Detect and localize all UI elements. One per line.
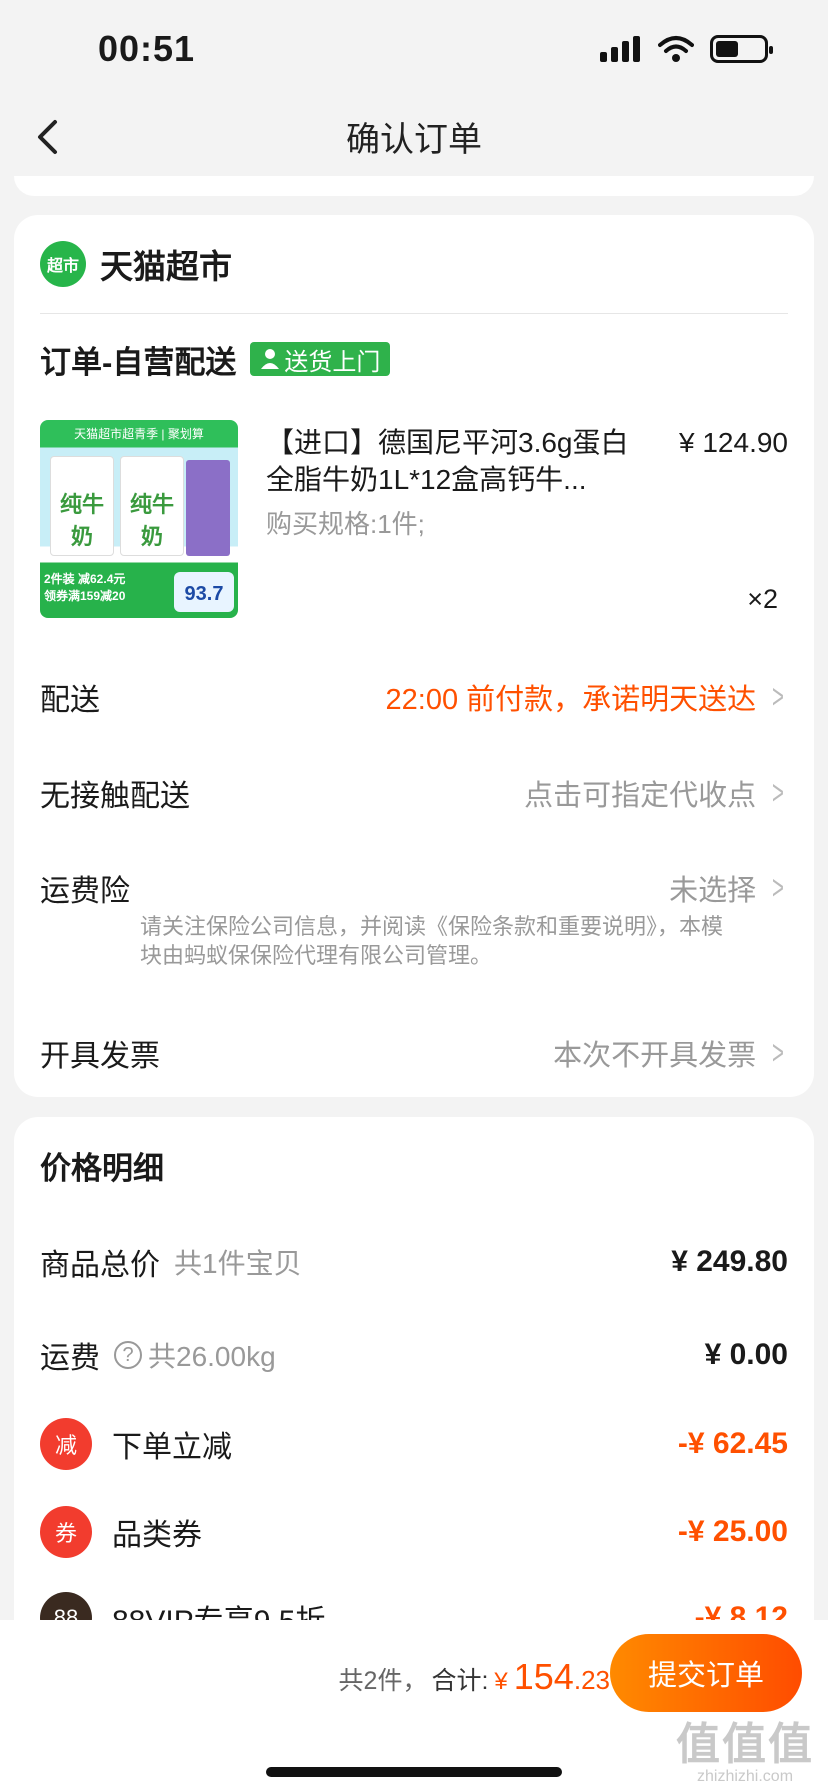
home-badge-label: 送货上门 [284, 348, 381, 376]
order-card: 超市 天猫超市 订单-自营配送 送货上门 天猫超市超青季 | 聚划算 纯牛奶 纯… [14, 215, 814, 1097]
total-currency: ¥ [494, 1668, 508, 1695]
instant-discount-value: -¥ 62.45 [677, 1427, 788, 1460]
insurance-note: 请关注保险公司信息，并阅读《保险条款和重要说明》，本模块由蚂蚁保保险代理有限公司… [140, 914, 724, 968]
invoice-row[interactable]: 开具发票 本次不开具发票 > [40, 1028, 788, 1078]
invoice-label: 开具发票 [40, 1040, 160, 1073]
submit-order-button[interactable]: 提交订单 [610, 1634, 802, 1712]
invoice-value-wrap: 本次不开具发票 > [553, 1032, 788, 1074]
order-total: 共2件， 合计: ¥ 154 .23 [339, 1656, 610, 1716]
chevron-right-icon: > [772, 868, 785, 907]
store-name: 天猫超市 [100, 248, 232, 285]
shipping-insurance-row[interactable]: 运费险 未选择 > [40, 863, 788, 913]
product-quantity: ×2 [747, 584, 778, 614]
watermark: 值值值 zhizhizhi.com [676, 1708, 814, 1786]
wifi-icon [658, 36, 694, 62]
shipping-fee-row: 运费 ? 共26.00kg ¥ 0.00 [40, 1330, 788, 1380]
chevron-right-icon: > [772, 773, 785, 812]
shipping-weight: 共26.00kg [148, 1341, 276, 1372]
status-time: 00:51 [98, 28, 196, 69]
shipping-fee-value: ¥ 0.00 [704, 1338, 788, 1371]
image-banner: 天猫超市超青季 | 聚划算 [74, 427, 204, 441]
contactless-value-wrap: 点击可指定代收点 > [524, 772, 788, 814]
milk-carton: 纯牛奶 [50, 456, 114, 556]
image-promo-line: 2件装 减62.4元 [44, 572, 126, 586]
goods-total-sub: 共1件宝贝 [174, 1248, 302, 1279]
milk-carton: 纯牛奶 [120, 456, 184, 556]
divider [40, 313, 788, 314]
price-detail-title: 价格明细 [40, 1151, 164, 1186]
battery-icon [710, 35, 773, 63]
total-amount-integer: 154 [513, 1656, 574, 1697]
coupon-icon: 券 [40, 1506, 92, 1558]
instant-discount-label: 下单立减 [112, 1431, 232, 1464]
total-label: 合计: [431, 1667, 489, 1695]
total-count: 共2件， [338, 1667, 428, 1695]
shipping-fee-label: 运费 [40, 1342, 100, 1375]
product-item[interactable]: 天猫超市超青季 | 聚划算 纯牛奶 纯牛奶 2件装 减62.4元 领券满159减… [40, 420, 788, 630]
product-spec: 购买规格:1件; [266, 509, 425, 539]
bottom-bar: 共2件， 合计: ¥ 154 .23 提交订单 值值值 zhizhizhi.co… [0, 1620, 828, 1791]
discount-icon: 减 [40, 1418, 92, 1470]
milk-box-graphic [186, 460, 230, 556]
image-promo: 2件装 减62.4元 领券满159减20 [44, 570, 125, 604]
goods-total-label: 商品总价 [40, 1249, 160, 1282]
contactless-row[interactable]: 无接触配送 点击可指定代收点 > [40, 768, 788, 818]
shipping-insurance-value: 未选择 [669, 875, 757, 907]
person-icon [261, 349, 280, 369]
signal-icon [600, 36, 640, 62]
goods-total-value: ¥ 249.80 [671, 1245, 788, 1278]
store-logo: 超市 [40, 241, 86, 287]
product-price: ¥ 124.90 [679, 427, 788, 458]
category-coupon-value: -¥ 25.00 [677, 1515, 788, 1548]
shipping-insurance-label: 运费险 [40, 875, 130, 908]
invoice-value: 本次不开具发票 [553, 1040, 757, 1072]
total-amount-decimal: .23 [573, 1665, 610, 1695]
image-promo-line: 领券满159减20 [44, 589, 126, 603]
help-icon[interactable]: ? [114, 1341, 142, 1369]
status-icons [600, 34, 773, 64]
store-header[interactable]: 超市 天猫超市 [40, 239, 232, 289]
page-title: 确认订单 [346, 121, 482, 159]
previous-card-edge [14, 176, 814, 196]
image-price: 93.7 [174, 572, 234, 612]
delivery-value-wrap: 22:00 前付款，承诺明天送达 > [386, 676, 789, 718]
chevron-right-icon: > [772, 677, 785, 716]
delivery-value: 22:00 前付款，承诺明天送达 [385, 684, 757, 716]
category-coupon-label: 品类券 [112, 1519, 202, 1552]
home-indicator[interactable] [266, 1767, 562, 1777]
instant-discount-row: 减 下单立减 -¥ 62.45 [40, 1418, 788, 1470]
delivery-row[interactable]: 配送 22:00 前付款，承诺明天送达 > [40, 672, 788, 722]
status-bar: 00:51 [0, 0, 828, 100]
contactless-label: 无接触配送 [40, 780, 190, 813]
watermark-logo: 值值值 [676, 1720, 814, 1769]
delivery-label: 配送 [40, 684, 100, 717]
goods-total-row: 商品总价 共1件宝贝 ¥ 249.80 [40, 1237, 788, 1287]
shipping-insurance-value-wrap: 未选择 > [669, 867, 788, 909]
delivery-type: 订单-自营配送 [40, 344, 237, 380]
delivery-type-row: 订单-自营配送 送货上门 [40, 337, 391, 381]
nav-bar: 确认订单 [0, 100, 828, 172]
product-title: 【进口】德国尼平河3.6g蛋白全脂牛奶1L*12盒高钙牛... [266, 427, 629, 495]
contactless-value: 点击可指定代收点 [524, 780, 757, 812]
product-image[interactable]: 天猫超市超青季 | 聚划算 纯牛奶 纯牛奶 2件装 减62.4元 领券满159减… [40, 420, 238, 618]
category-coupon-row[interactable]: 券 品类券 -¥ 25.00 [40, 1506, 788, 1558]
home-delivery-badge: 送货上门 [250, 342, 391, 376]
chevron-right-icon: > [772, 1033, 785, 1072]
